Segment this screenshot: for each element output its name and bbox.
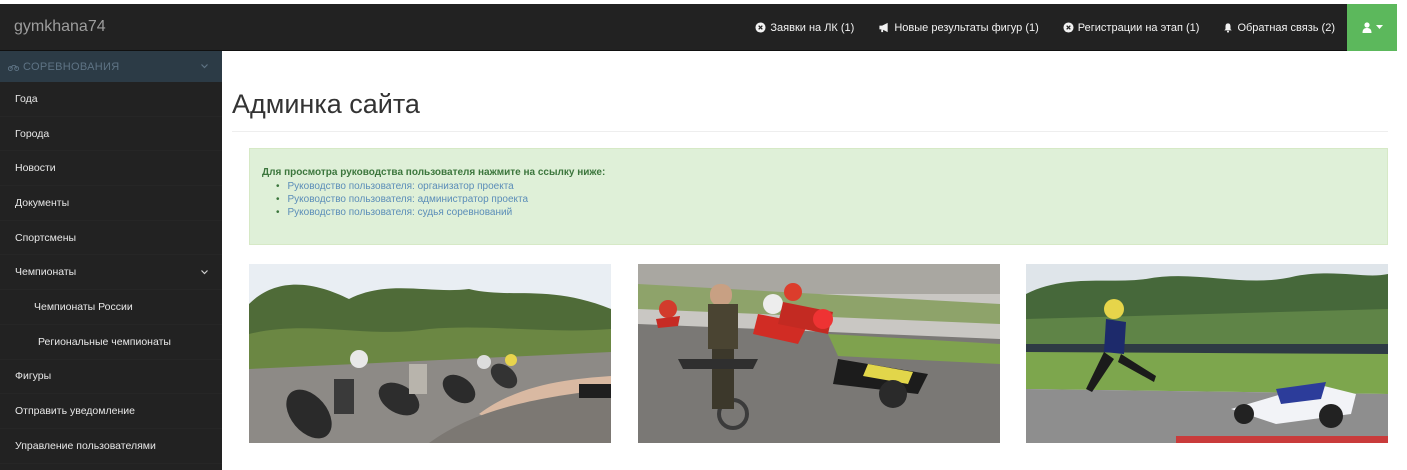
sidebar-item-label: Региональные чемпионаты — [38, 335, 171, 348]
brand-link[interactable]: gymkhana74 — [14, 18, 106, 36]
nav-item-label: Новые результаты фигур (1) — [894, 21, 1039, 34]
chevron-down-icon — [201, 269, 208, 275]
alert-heading: Для просмотра руководства пользователя н… — [262, 167, 606, 178]
guide-link-organizer[interactable]: Руководство пользователя: организатор пр… — [276, 180, 1372, 193]
guide-links-list: Руководство пользователя: организатор пр… — [276, 180, 1372, 219]
admin-page: gymkhana74 Заявки на ЛК (1) Новые резуль… — [0, 0, 1407, 470]
nav-item-registrations[interactable]: Регистрации на этап (1) — [1051, 4, 1212, 51]
sidebar-item-label: Отправить уведомление — [15, 405, 135, 418]
sidebar: СОРЕВНОВАНИЯ Года Города Новости Докумен… — [0, 51, 222, 470]
sidebar-item-user-management[interactable]: Управление пользователями — [0, 429, 222, 464]
main-content: Админка сайта Для просмотра руководства … — [222, 51, 1397, 470]
top-navbar: gymkhana74 Заявки на ЛК (1) Новые резуль… — [0, 4, 1397, 51]
chevron-down-icon — [201, 64, 208, 69]
sidebar-item-label: Города — [15, 127, 50, 140]
sidebar-item-cities[interactable]: Города — [0, 117, 222, 152]
top-nav-items: Заявки на ЛК (1) Новые результаты фигур … — [743, 4, 1347, 51]
sidebar-item-label: Новости — [15, 162, 56, 175]
sidebar-item-figures[interactable]: Фигуры — [0, 360, 222, 395]
nav-item-label: Заявки на ЛК (1) — [770, 21, 855, 34]
photo-moped-racers — [638, 264, 1000, 443]
sidebar-item-label: Спортсмены — [15, 231, 77, 244]
guide-link-admin[interactable]: Руководство пользователя: администратор … — [276, 193, 1372, 206]
sidebar-item-label: Управление пользователями — [15, 439, 156, 452]
sidebar-item-years[interactable]: Года — [0, 82, 222, 117]
sidebar-section-competitions[interactable]: СОРЕВНОВАНИЯ — [0, 51, 222, 82]
caret-down-icon — [1375, 25, 1383, 29]
nav-item-feedback[interactable]: Обратная связь (2) — [1211, 4, 1347, 51]
photo-gymkhana-riders — [249, 264, 611, 443]
motorcycle-icon — [8, 64, 19, 71]
nav-item-label: Обратная связь (2) — [1237, 21, 1335, 34]
bell-icon — [1224, 23, 1233, 33]
sidebar-item-russia-championships[interactable]: Чемпионаты России — [0, 290, 222, 325]
circle-cross-icon — [755, 22, 766, 33]
sidebar-item-regional-championships[interactable]: Региональные чемпионаты — [0, 325, 222, 360]
nav-item-applications[interactable]: Заявки на ЛК (1) — [743, 4, 866, 51]
nav-item-new-results[interactable]: Новые результаты фигур (1) — [866, 4, 1050, 51]
circle-cross-icon — [1063, 22, 1074, 33]
guide-link-judge[interactable]: Руководство пользователя: судья соревнов… — [276, 206, 1372, 219]
sidebar-item-athletes[interactable]: Спортсмены — [0, 221, 222, 256]
sidebar-item-label: Года — [15, 92, 38, 105]
user-icon — [1362, 22, 1371, 33]
user-menu-button[interactable] — [1347, 4, 1397, 51]
page-title: Админка сайта — [232, 89, 420, 119]
sidebar-item-documents[interactable]: Документы — [0, 186, 222, 221]
sidebar-item-championships[interactable]: Чемпионаты — [0, 255, 222, 291]
sidebar-item-label: Чемпионаты России — [34, 300, 133, 313]
title-divider — [232, 131, 1388, 132]
guide-alert: Для просмотра руководства пользователя н… — [249, 148, 1388, 245]
photo-track-crash — [1026, 264, 1388, 443]
megaphone-icon — [879, 22, 889, 33]
sidebar-item-send-notification[interactable]: Отправить уведомление — [0, 394, 222, 429]
nav-item-label: Регистрации на этап (1) — [1077, 21, 1200, 34]
sidebar-section-label: СОРЕВНОВАНИЯ — [23, 60, 120, 73]
sidebar-item-news[interactable]: Новости — [0, 151, 222, 187]
sidebar-item-label: Фигуры — [15, 370, 52, 383]
sidebar-item-label: Документы — [15, 196, 70, 209]
sidebar-item-label: Чемпионаты — [15, 266, 77, 279]
